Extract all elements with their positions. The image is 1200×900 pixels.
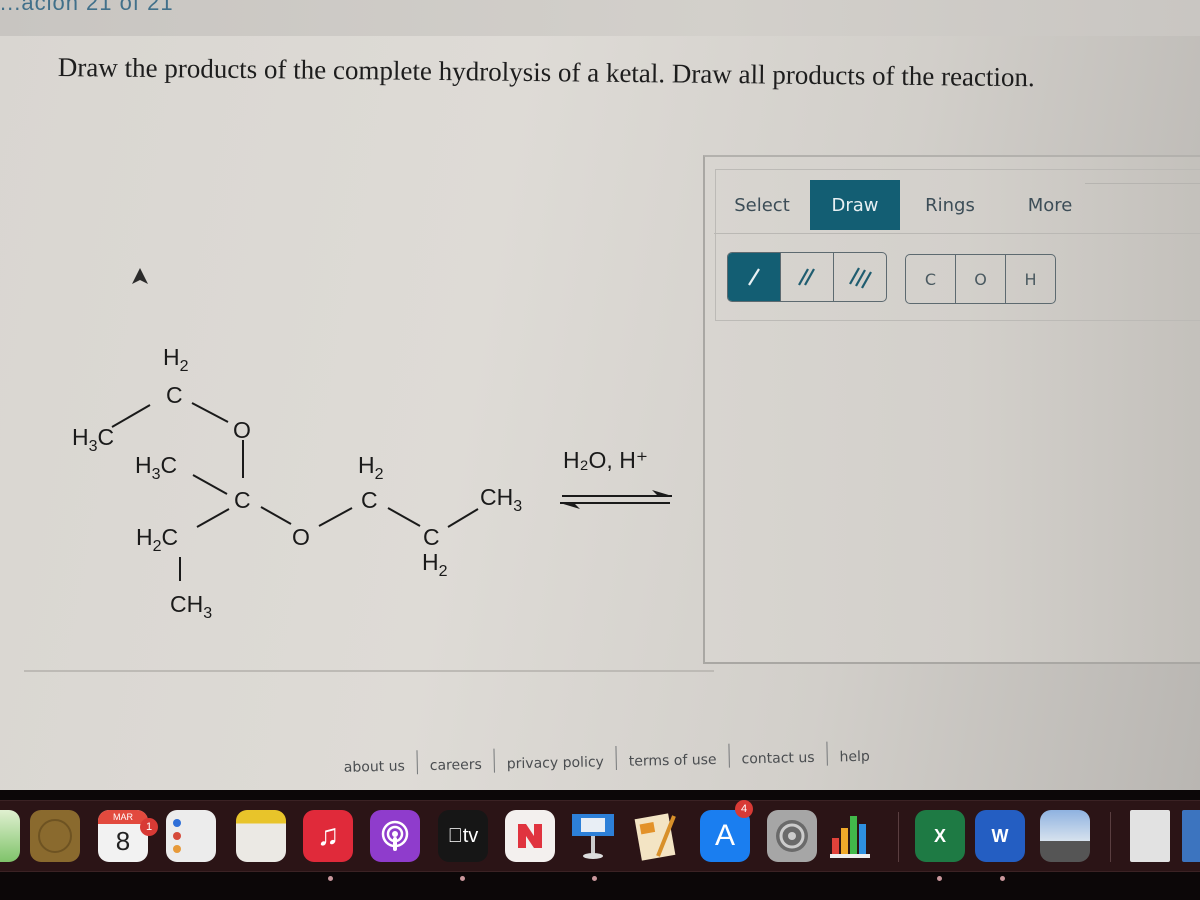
news-app-icon[interactable] <box>505 810 555 862</box>
browser-viewport: ...ación 21 of 21 Draw the products of t… <box>0 0 1200 800</box>
running-indicator <box>460 876 465 881</box>
news-icon <box>518 824 542 848</box>
double-bond-icon <box>798 268 815 286</box>
calendar-badge: 1 <box>140 818 158 836</box>
atom-o-top: O <box>233 417 251 443</box>
triple-bond-icon <box>849 267 872 289</box>
atom-o-button[interactable]: O <box>956 255 1006 303</box>
word-letter-icon: W <box>991 825 1009 846</box>
app-store-glyph-icon: A <box>714 819 735 852</box>
calendar-app-icon[interactable]: MAR 8 <box>98 810 148 862</box>
atom-o-right: O <box>292 524 310 550</box>
system-preferences-icon[interactable] <box>767 810 817 862</box>
apple-tv-app-icon[interactable]: tv <box>438 810 488 862</box>
preview-app-icon[interactable] <box>1040 810 1090 862</box>
bond <box>387 507 421 527</box>
bond <box>260 506 292 525</box>
app-store-badge: 4 <box>735 800 753 818</box>
atom-ch3-propyl: CH3 <box>480 484 522 515</box>
reactant-structure: H3C H2 C O H3C C H2C CH3 O H2 C C H2 CH3… <box>72 268 672 622</box>
atom-tool-group: C O H <box>905 254 1056 304</box>
keynote-icon <box>572 814 614 859</box>
reminders-app-icon[interactable] <box>166 810 216 862</box>
atom-c-propyl1: C <box>361 487 378 513</box>
atom-h2-propyl2: H2 <box>422 549 448 580</box>
excel-app-icon[interactable]: X <box>915 810 965 862</box>
bond <box>196 508 230 528</box>
document-stack-icon[interactable] <box>1130 810 1170 862</box>
podcast-icon <box>381 820 409 851</box>
bond <box>447 508 479 528</box>
bond <box>318 507 353 527</box>
tv-label: tv <box>448 824 479 847</box>
atom-c-button[interactable]: C <box>906 255 956 303</box>
tab-more[interactable]: More <box>1000 180 1100 230</box>
bond <box>192 474 228 495</box>
running-indicator <box>328 876 333 881</box>
pages-app-icon[interactable] <box>632 810 682 862</box>
atom-c-top: C <box>166 382 183 408</box>
gear-icon <box>776 820 808 852</box>
atom-h3c-methyl: H3C <box>135 452 177 483</box>
atom-h2-top: H2 <box>163 344 189 375</box>
reminder-dot-icon <box>173 845 181 853</box>
running-indicator <box>1000 876 1005 881</box>
contacts-app-icon[interactable] <box>30 810 80 862</box>
divider <box>714 233 1200 234</box>
atom-ch3-bottom: CH3 <box>170 591 212 622</box>
double-bond-button[interactable] <box>781 253 834 301</box>
reagents-label: H₂O, H⁺ <box>563 447 648 473</box>
music-app-icon[interactable]: ♫ <box>303 810 353 862</box>
atom-central-c: C <box>234 487 251 513</box>
bar-chart-icon <box>830 816 870 858</box>
running-indicator <box>937 876 942 881</box>
bond <box>191 402 229 423</box>
pages-icon <box>634 813 676 861</box>
dock-separator <box>1110 812 1111 862</box>
podcasts-app-icon[interactable] <box>370 810 420 862</box>
editor-tabs: Select Draw Rings More <box>714 180 1100 232</box>
footer-link-help[interactable]: help <box>827 748 882 766</box>
dock-separator <box>898 812 899 862</box>
word-app-icon[interactable]: W <box>975 810 1025 862</box>
footer-link-terms-of-use[interactable]: terms of use <box>617 752 729 770</box>
music-note-icon: ♫ <box>316 819 340 852</box>
divider <box>1085 183 1200 184</box>
atom-h2c-left: H2C <box>136 524 178 555</box>
reminder-dot-icon <box>173 819 181 827</box>
mouse-cursor-icon <box>132 268 148 284</box>
triple-bond-button[interactable] <box>834 253 886 301</box>
site-footer: about us careers privacy policy terms of… <box>331 740 881 776</box>
footer-link-privacy-policy[interactable]: privacy policy <box>495 754 616 773</box>
equilibrium-arrow <box>560 490 672 509</box>
atom-h3c-top: H3C <box>72 424 114 455</box>
keynote-app-icon[interactable] <box>568 810 618 862</box>
bond <box>111 404 151 428</box>
bond-tool-group <box>727 252 887 302</box>
downloads-stack-icon[interactable] <box>1182 810 1200 862</box>
person-icon <box>38 819 72 853</box>
single-bond-button[interactable] <box>728 253 781 301</box>
running-indicator <box>592 876 597 881</box>
single-bond-icon <box>748 268 760 286</box>
atom-h-button[interactable]: H <box>1006 255 1055 303</box>
calendar-day: 8 <box>115 826 131 856</box>
excel-letter-icon: X <box>933 825 946 846</box>
footer-link-about-us[interactable]: about us <box>332 758 417 776</box>
atom-c-propyl2: C <box>423 524 440 550</box>
photos-app-icon[interactable] <box>0 810 20 862</box>
reminder-dot-icon <box>173 832 181 840</box>
footer-link-contact-us[interactable]: contact us <box>729 750 826 768</box>
notes-app-icon[interactable] <box>236 810 286 862</box>
tab-draw[interactable]: Draw <box>810 180 900 230</box>
atom-h2-propyl1: H2 <box>358 452 384 483</box>
footer-link-careers[interactable]: careers <box>418 757 494 775</box>
tab-select[interactable]: Select <box>714 180 810 230</box>
tab-rings[interactable]: Rings <box>900 180 1000 230</box>
numbers-app-icon[interactable] <box>826 810 876 862</box>
